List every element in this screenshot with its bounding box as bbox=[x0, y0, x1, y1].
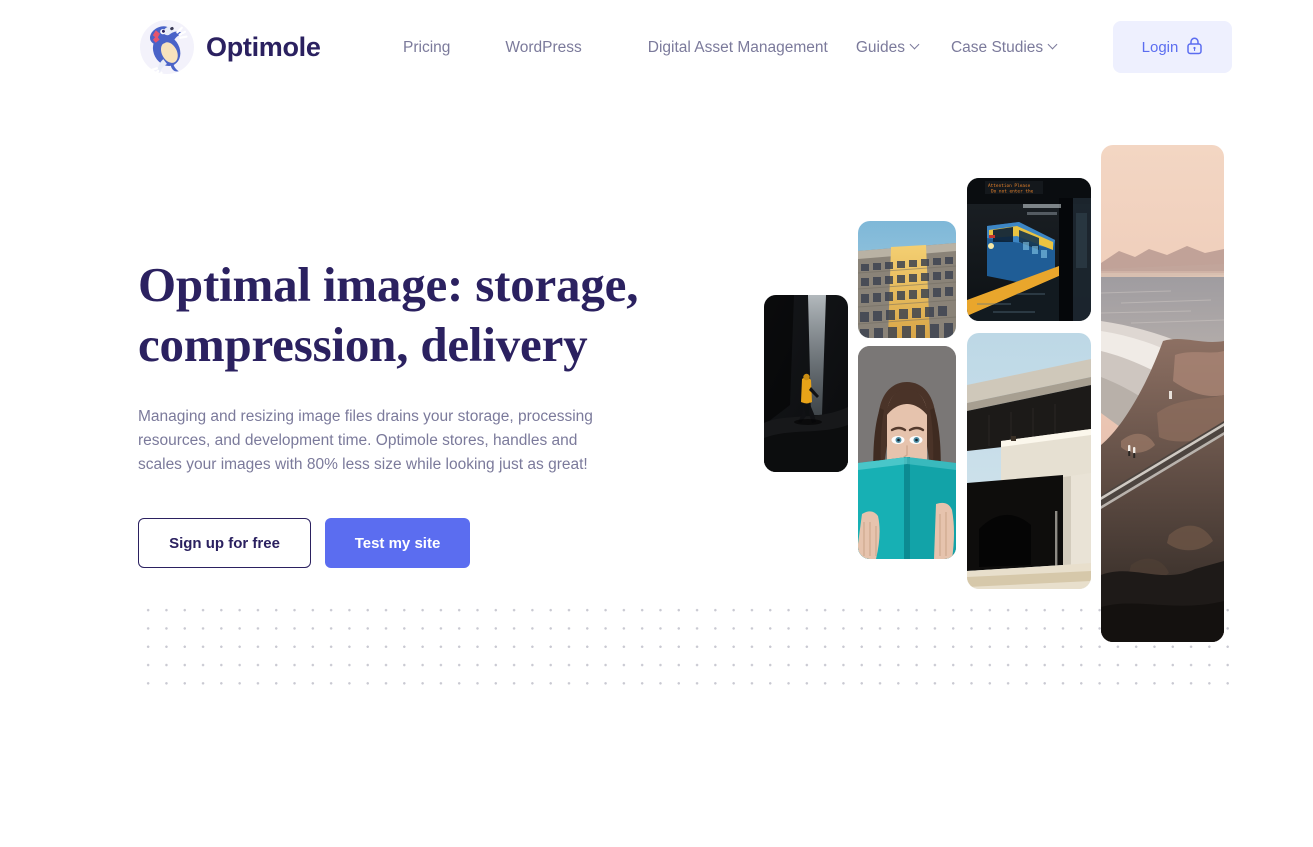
nav-item-label: Pricing bbox=[403, 39, 451, 56]
main-navigation: Pricing WordPress Digital Asset Manageme… bbox=[403, 36, 1057, 60]
test-my-site-button[interactable]: Test my site bbox=[325, 518, 470, 568]
hero-title-line-2: compression, delivery bbox=[138, 317, 588, 372]
lock-icon bbox=[1186, 36, 1203, 58]
nav-item-digital-asset-management[interactable]: Digital Asset Management bbox=[648, 36, 828, 60]
chevron-down-icon bbox=[911, 41, 919, 49]
hero-title: Optimal image: storage, compression, del… bbox=[138, 255, 658, 375]
nav-item-wordpress[interactable]: WordPress bbox=[505, 36, 581, 60]
nav-item-label: WordPress bbox=[505, 39, 582, 56]
photo-cave-hiker[interactable] bbox=[764, 295, 848, 472]
optimole-mole-logo-icon bbox=[138, 18, 196, 80]
svg-text:Attention Please: Attention Please bbox=[988, 183, 1031, 189]
hero-actions: Sign up for free Test my site bbox=[138, 518, 658, 568]
login-button[interactable]: Login bbox=[1113, 21, 1232, 73]
brand-name: Optimole bbox=[206, 31, 321, 62]
nav-item-pricing[interactable]: Pricing bbox=[403, 36, 450, 60]
hero-title-line-1: Optimal image: storage, bbox=[138, 257, 639, 312]
photo-coastline[interactable] bbox=[1101, 145, 1224, 642]
photo-reader[interactable] bbox=[858, 346, 956, 559]
brand-logo-link[interactable]: Optimole bbox=[138, 18, 321, 80]
photo-train[interactable]: Attention Please Do not enter the bbox=[967, 178, 1091, 321]
svg-text:Do not enter the: Do not enter the bbox=[991, 189, 1034, 195]
nav-item-guides[interactable]: Guides bbox=[856, 36, 919, 60]
nav-item-case-studies[interactable]: Case Studies bbox=[951, 36, 1057, 60]
photo-overpass[interactable] bbox=[967, 333, 1091, 589]
hero-subtitle: Managing and resizing image files drains… bbox=[138, 408, 593, 473]
decorative-dot-grid bbox=[138, 598, 1232, 694]
sign-up-for-free-button[interactable]: Sign up for free bbox=[138, 518, 311, 568]
photo-building[interactable] bbox=[858, 221, 956, 338]
nav-item-label: Digital Asset Management bbox=[647, 39, 828, 56]
hero-section: Optimal image: storage, compression, del… bbox=[138, 255, 658, 568]
login-button-label: Login bbox=[1141, 38, 1179, 56]
site-header: Optimole Pricing WordPress Digital Asset… bbox=[0, 0, 1313, 94]
nav-item-label: Case Studies bbox=[950, 39, 1044, 56]
chevron-down-icon bbox=[1049, 41, 1057, 49]
nav-item-label: Guides bbox=[855, 39, 905, 56]
